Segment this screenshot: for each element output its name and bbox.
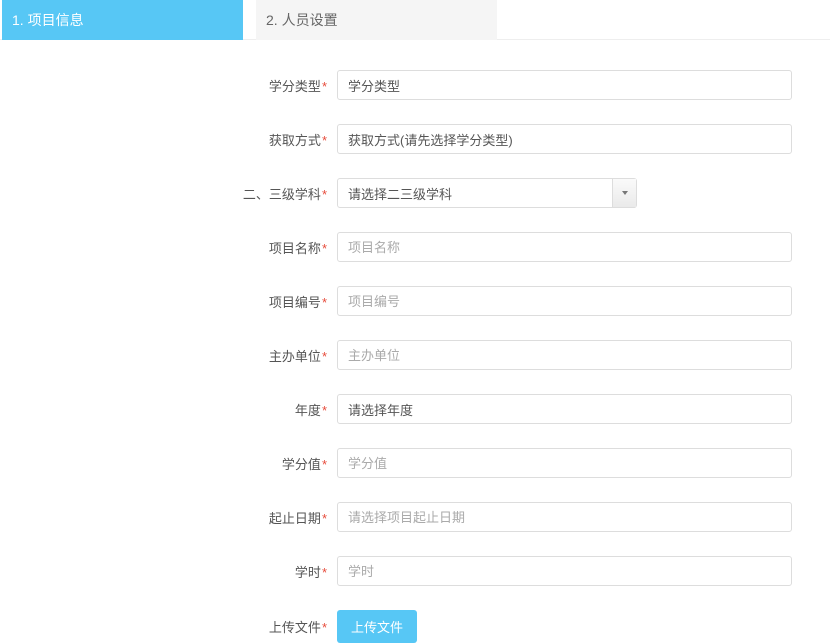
upload-button[interactable]: 上传文件 <box>337 610 417 643</box>
label-project-no: 项目编号* <box>2 292 337 311</box>
row-project-no: 项目编号* <box>2 286 830 316</box>
input-date-range[interactable] <box>337 502 792 532</box>
input-project-name[interactable] <box>337 232 792 262</box>
label-upload: 上传文件* <box>2 617 337 636</box>
select-subject-text: 请选择二三级学科 <box>348 184 612 203</box>
label-date-range: 起止日期* <box>2 508 337 527</box>
select-credit-type-text: 学分类型 <box>348 76 781 95</box>
row-credit-type: 学分类型* 学分类型 <box>2 70 830 100</box>
tab-project-info[interactable]: 1. 项目信息 <box>2 0 243 40</box>
form-container: 学分类型* 学分类型 获取方式* 获取方式(请先选择学分类型) 二、三级学科* … <box>0 39 830 643</box>
row-subject: 二、三级学科* 请选择二三级学科 <box>2 178 830 208</box>
label-credit-value: 学分值* <box>2 454 337 473</box>
tab-personnel-settings[interactable]: 2. 人员设置 <box>256 0 497 40</box>
label-project-name: 项目名称* <box>2 238 337 257</box>
row-class-hour: 学时* <box>2 556 830 586</box>
label-subject: 二、三级学科* <box>2 184 337 203</box>
label-class-hour: 学时* <box>2 562 337 581</box>
row-date-range: 起止日期* <box>2 502 830 532</box>
select-obtain-method[interactable]: 获取方式(请先选择学分类型) <box>337 124 792 154</box>
row-project-name: 项目名称* <box>2 232 830 262</box>
label-credit-type: 学分类型* <box>2 76 337 95</box>
row-credit-value: 学分值* <box>2 448 830 478</box>
label-obtain-method: 获取方式* <box>2 130 337 149</box>
select-year-text: 请选择年度 <box>348 400 781 419</box>
select-year[interactable]: 请选择年度 <box>337 394 792 424</box>
input-credit-value[interactable] <box>337 448 792 478</box>
input-host-unit[interactable] <box>337 340 792 370</box>
row-host-unit: 主办单位* <box>2 340 830 370</box>
tab-bar: 1. 项目信息 2. 人员设置 <box>0 0 830 40</box>
select-obtain-method-text: 获取方式(请先选择学分类型) <box>348 130 781 149</box>
label-host-unit: 主办单位* <box>2 346 337 365</box>
row-obtain-method: 获取方式* 获取方式(请先选择学分类型) <box>2 124 830 154</box>
input-project-no[interactable] <box>337 286 792 316</box>
input-class-hour[interactable] <box>337 556 792 586</box>
select-credit-type[interactable]: 学分类型 <box>337 70 792 100</box>
row-year: 年度* 请选择年度 <box>2 394 830 424</box>
row-upload: 上传文件* 上传文件 <box>2 610 830 643</box>
chevron-down-icon <box>612 179 636 207</box>
select-subject[interactable]: 请选择二三级学科 <box>337 178 637 208</box>
label-year: 年度* <box>2 400 337 419</box>
